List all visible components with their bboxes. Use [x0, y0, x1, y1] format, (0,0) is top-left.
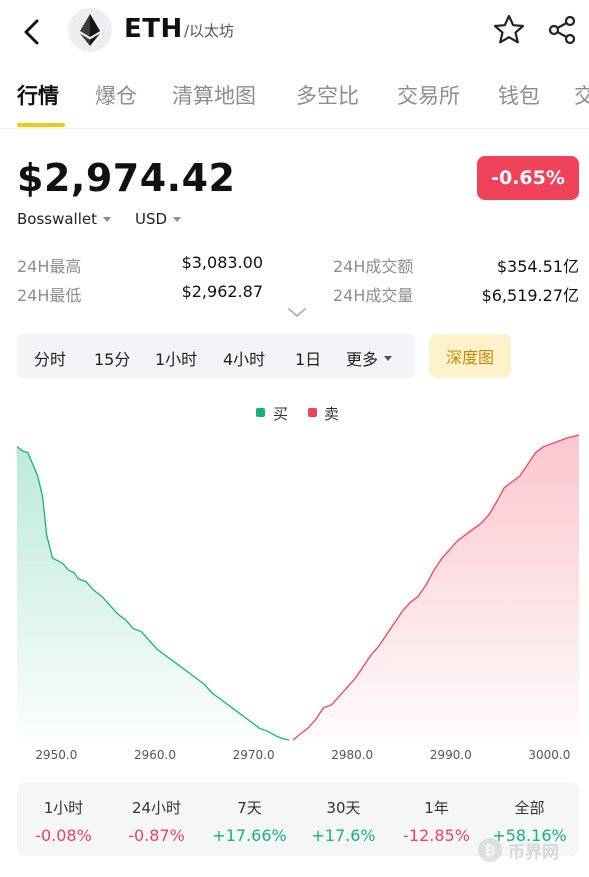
tab-wallet[interactable]: 钱包	[498, 80, 540, 110]
perf-value: +17.6%	[311, 826, 376, 845]
high-label: 24H最高	[17, 257, 82, 276]
currency-label: USD	[135, 210, 168, 228]
coin-name: /以太坊	[184, 22, 235, 40]
watermark-text: 币界网	[508, 842, 559, 863]
perf-24h: 24小时 -0.87%	[110, 782, 203, 845]
perf-value: -12.85%	[403, 826, 470, 845]
share-icon[interactable]	[545, 13, 579, 47]
perf-1y: 1年 -12.85%	[390, 782, 483, 845]
x-tick-label: 3000.0	[528, 748, 570, 762]
depth-chart[interactable]: 2950.0 2960.0 2970.0 2980.0 2990.0 3000.0	[0, 420, 589, 770]
volume-label: 24H成交量	[333, 286, 414, 305]
legend-sell-swatch	[308, 408, 317, 417]
interval-timeshare[interactable]: 分时	[34, 346, 66, 370]
sell-depth-area	[293, 435, 579, 740]
exchange-selector[interactable]: Bosswallet	[17, 210, 112, 228]
buy-depth-area	[17, 446, 290, 740]
currency-selector[interactable]: USD	[135, 210, 182, 228]
price-change-badge: -0.65%	[477, 156, 579, 200]
tab-bar: 行情 爆仓 清算地图 多空比 交易所 钱包 交	[0, 78, 589, 128]
ethereum-logo-icon	[68, 8, 112, 52]
perf-value: -0.08%	[35, 826, 92, 845]
perf-label: 1小时	[43, 799, 84, 817]
caret-down-icon	[384, 355, 393, 361]
star-icon[interactable]	[492, 13, 526, 47]
x-tick-label: 2970.0	[233, 748, 275, 762]
depth-chart-button[interactable]: 深度图	[429, 334, 511, 378]
x-tick-label: 2950.0	[35, 748, 77, 762]
back-arrow-icon[interactable]	[14, 14, 50, 50]
tab-long-short[interactable]: 多空比	[296, 80, 359, 110]
perf-value: +17.66%	[212, 826, 287, 845]
perf-label: 1年	[424, 799, 449, 817]
perf-1h: 1小时 -0.08%	[17, 782, 110, 845]
perf-value: -0.87%	[128, 826, 185, 845]
turnover-label: 24H成交额	[333, 257, 414, 276]
interval-more-label: 更多	[346, 350, 379, 369]
x-tick-label: 2980.0	[331, 748, 373, 762]
perf-label: 30天	[326, 799, 361, 817]
watermark: ₿ 币界网	[478, 836, 588, 864]
active-tab-indicator	[17, 123, 65, 127]
tab-market[interactable]: 行情	[17, 80, 59, 110]
chevron-down-icon[interactable]	[287, 306, 307, 320]
turnover-value: $354.51亿	[496, 257, 579, 276]
interval-15m[interactable]: 15分	[94, 346, 130, 370]
bitcoin-icon: ₿	[478, 838, 502, 862]
volume-value: $6,519.27亿	[481, 286, 579, 305]
interval-4h[interactable]: 4小时	[223, 346, 265, 370]
interval-1h[interactable]: 1小时	[155, 346, 197, 370]
perf-label: 全部	[514, 799, 545, 817]
caret-down-icon	[103, 216, 112, 222]
interval-1d[interactable]: 1日	[295, 346, 321, 370]
tabs-divider	[0, 128, 589, 129]
tab-liquidation-map[interactable]: 清算地图	[172, 80, 256, 110]
tab-more-cut[interactable]: 交	[574, 80, 589, 110]
x-tick-label: 2960.0	[134, 748, 176, 762]
perf-label: 24小时	[131, 799, 182, 817]
caret-down-icon	[173, 216, 182, 222]
perf-label: 7天	[237, 799, 262, 817]
exchange-label: Bosswallet	[17, 210, 98, 228]
tab-liquidations[interactable]: 爆仓	[95, 80, 137, 110]
coin-symbol: ETH	[124, 14, 183, 44]
interval-more[interactable]: 更多	[346, 346, 393, 370]
tab-exchanges[interactable]: 交易所	[397, 80, 460, 110]
low-label: 24H最低	[17, 286, 82, 305]
perf-30d: 30天 +17.6%	[297, 782, 390, 845]
x-tick-label: 2990.0	[430, 748, 472, 762]
current-price: $2,974.42	[17, 156, 236, 200]
low-value: $2,962.87	[181, 282, 263, 301]
high-value: $3,083.00	[181, 253, 263, 272]
perf-7d: 7天 +17.66%	[203, 782, 296, 845]
legend-buy-swatch	[256, 408, 265, 417]
